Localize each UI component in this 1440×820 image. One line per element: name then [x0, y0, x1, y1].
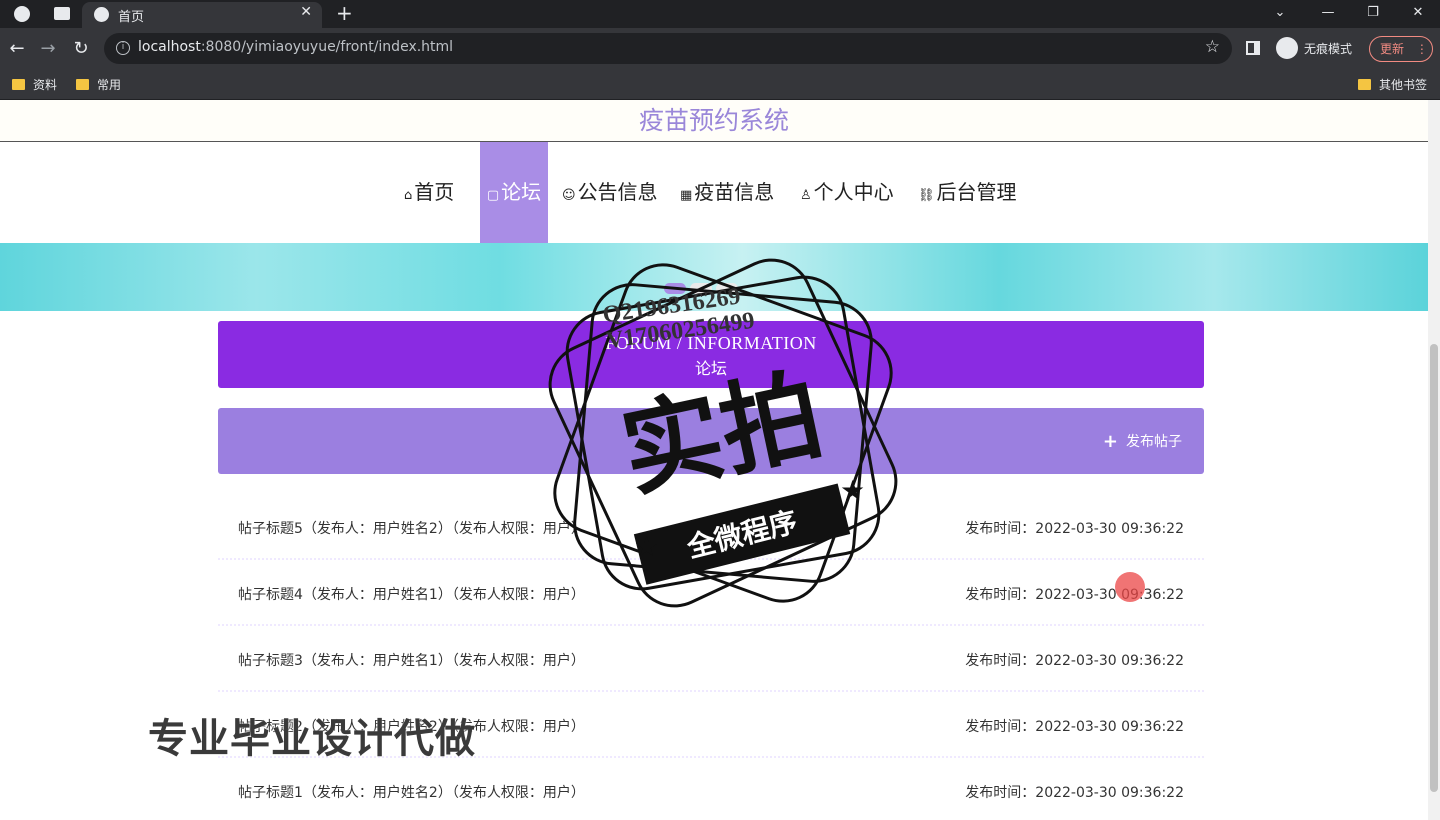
- post-title[interactable]: 帖子标题5（发布人：用户姓名2）（发布人权限：用户）: [238, 518, 585, 538]
- announcement-icon: ☺: [562, 188, 576, 203]
- nav-item-admin[interactable]: ⛓ 后台管理: [918, 142, 1017, 243]
- nav-item-profile[interactable]: ♙ 个人中心: [800, 142, 894, 243]
- main-nav: ⌂ 首页 ▢ 论坛 ☺ 公告信息 ▦ 疫苗信息 ♙ 个人中心 ⛓ 后台管理: [0, 142, 1428, 243]
- post-time: 发布时间：2022-03-30 09:36:22: [965, 587, 1184, 603]
- other-bookmarks[interactable]: 其他书签: [1358, 76, 1427, 94]
- favicon-icon: [94, 7, 109, 22]
- nav-item-forum[interactable]: ▢ 论坛: [480, 142, 548, 243]
- maximize-button[interactable]: ❐: [1351, 0, 1395, 28]
- post-item[interactable]: 帖子标题1（发布人：用户姓名2）（发布人权限：用户） 发布时间：2022-03-…: [218, 758, 1204, 820]
- forum-icon: ▢: [486, 188, 500, 203]
- vaccine-icon: ▦: [680, 188, 693, 203]
- forum-action-bar: + 发布帖子: [218, 408, 1204, 474]
- user-icon: ♙: [800, 188, 812, 203]
- tab-close-icon[interactable]: ✕: [300, 4, 312, 20]
- menu-dots-icon[interactable]: ⋮: [1416, 42, 1428, 56]
- post-title[interactable]: 帖子标题4（发布人：用户姓名1）（发布人权限：用户）: [238, 584, 585, 604]
- close-window-button[interactable]: ✕: [1396, 0, 1440, 28]
- post-item[interactable]: 帖子标题4（发布人：用户姓名1）（发布人权限：用户） 发布时间：2022-03-…: [218, 560, 1204, 626]
- post-title[interactable]: 帖子标题1（发布人：用户姓名2）（发布人权限：用户）: [238, 782, 585, 802]
- url-text[interactable]: localhost:8080/yimiaoyuyue/front/index.h…: [138, 39, 453, 55]
- site-info-icon[interactable]: i: [116, 41, 130, 55]
- minimize-button[interactable]: —: [1306, 0, 1350, 28]
- folder-icon: [76, 79, 89, 90]
- post-item[interactable]: 帖子标题5（发布人：用户姓名2）（发布人权限：用户） 发布时间：2022-03-…: [218, 494, 1204, 560]
- reload-icon[interactable]: ↻: [68, 36, 94, 62]
- forward-icon[interactable]: →: [35, 36, 61, 62]
- tab-title: 首页: [118, 10, 145, 25]
- nav-item-vaccines[interactable]: ▦ 疫苗信息: [680, 142, 774, 243]
- bookmark-folder-ziliao[interactable]: 资料: [12, 76, 57, 94]
- watermark-text: 专业毕业设计代做: [148, 716, 476, 762]
- bookmark-folder-changyong[interactable]: 常用: [76, 76, 121, 94]
- incognito-icon: [1276, 37, 1298, 59]
- incognito-indicator[interactable]: 无痕模式: [1276, 37, 1352, 61]
- folder-icon: [12, 79, 25, 90]
- browser-tab-strip: 首页 ✕ + ⌄ — ❐ ✕: [0, 0, 1440, 28]
- globe-icon[interactable]: [14, 6, 30, 22]
- back-icon[interactable]: ←: [4, 36, 30, 62]
- post-time: 发布时间：2022-03-30 09:36:22: [965, 719, 1184, 735]
- link-icon: ⛓: [918, 188, 935, 203]
- nav-item-home[interactable]: ⌂ 首页: [404, 142, 454, 243]
- tab-search-icon[interactable]: [54, 7, 70, 20]
- site-title: 疫苗预约系统: [0, 100, 1428, 142]
- nav-item-announcements[interactable]: ☺ 公告信息: [562, 142, 658, 243]
- folder-icon: [1358, 79, 1371, 90]
- tab-list-icon[interactable]: ⌄: [1258, 0, 1302, 28]
- browser-toolbar: ← → ↻ i localhost:8080/yimiaoyuyue/front…: [0, 28, 1440, 70]
- post-time: 发布时间：2022-03-30 09:36:22: [965, 785, 1184, 801]
- home-icon: ⌂: [404, 188, 413, 203]
- bookmark-star-icon[interactable]: ☆: [1205, 37, 1220, 57]
- bookmarks-bar: 资料 常用 其他书签: [0, 70, 1440, 100]
- click-indicator: [1115, 572, 1145, 602]
- new-tab-button[interactable]: +: [336, 0, 353, 26]
- plus-icon: +: [1102, 431, 1118, 452]
- side-panel-icon[interactable]: [1246, 41, 1260, 55]
- section-title-zh: 论坛: [694, 359, 727, 378]
- post-item[interactable]: 帖子标题3（发布人：用户姓名1）（发布人权限：用户） 发布时间：2022-03-…: [218, 626, 1204, 692]
- page-scrollbar[interactable]: [1428, 100, 1440, 820]
- scrollbar-thumb[interactable]: [1430, 344, 1438, 792]
- address-bar[interactable]: i localhost:8080/yimiaoyuyue/front/index…: [104, 33, 1232, 64]
- browser-tab[interactable]: 首页 ✕: [82, 2, 322, 28]
- post-title[interactable]: 帖子标题3（发布人：用户姓名1）（发布人权限：用户）: [238, 650, 585, 670]
- new-post-button[interactable]: + 发布帖子: [1103, 431, 1182, 452]
- post-list: 帖子标题5（发布人：用户姓名2）（发布人权限：用户） 发布时间：2022-03-…: [218, 494, 1204, 820]
- post-time: 发布时间：2022-03-30 09:36:22: [965, 653, 1184, 669]
- update-button[interactable]: 更新 ⋮: [1369, 36, 1433, 62]
- post-time: 发布时间：2022-03-30 09:36:22: [965, 521, 1184, 537]
